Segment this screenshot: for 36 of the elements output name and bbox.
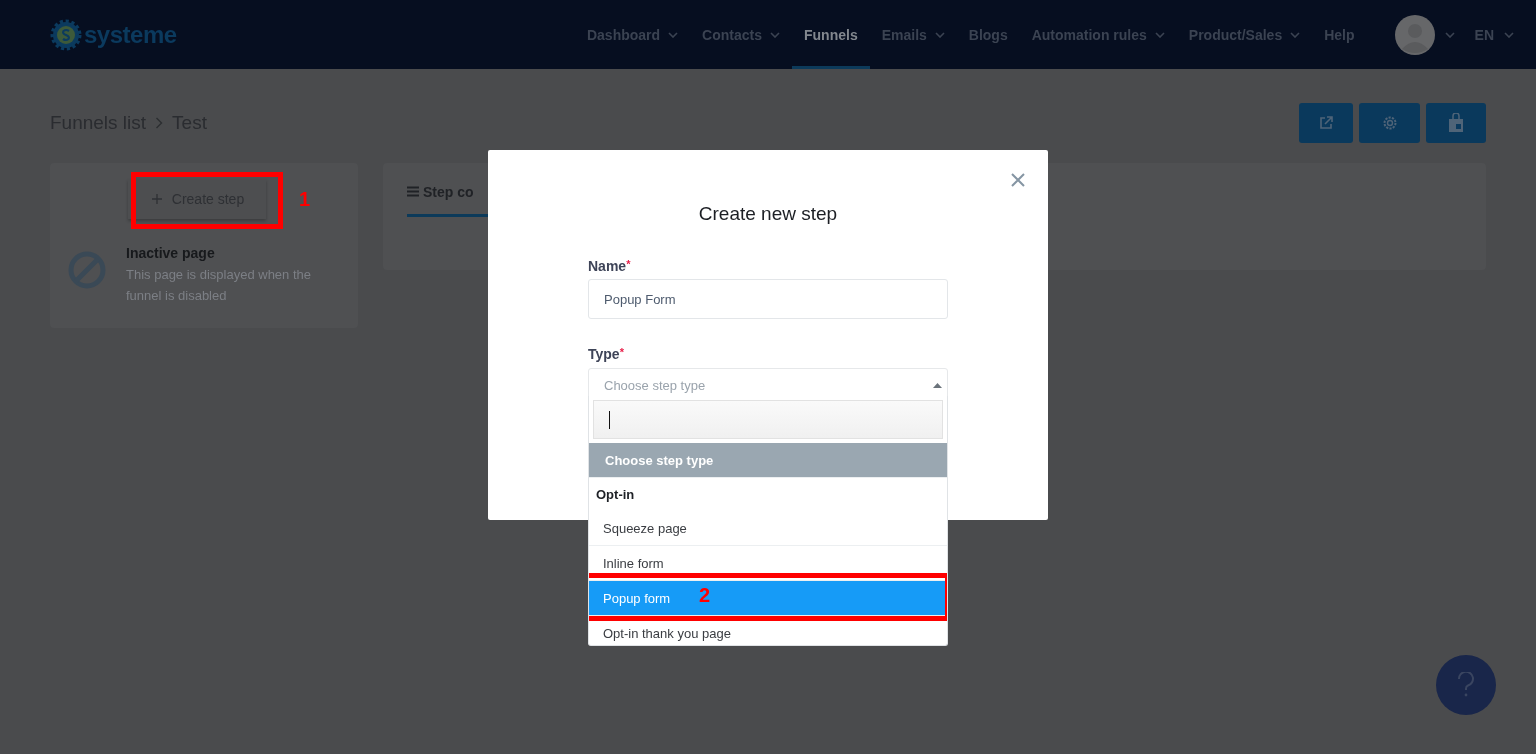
dropdown-option[interactable]: Opt-in thank you page: [589, 616, 947, 645]
settings-button[interactable]: [1359, 102, 1420, 143]
help-button[interactable]: [1436, 655, 1496, 715]
shopping-bag-button[interactable]: [1426, 102, 1486, 143]
caret-icon[interactable]: [668, 31, 679, 38]
close-icon[interactable]: [1011, 173, 1025, 187]
inactive-page-title: Inactive page: [126, 245, 216, 261]
external-link-icon: [1318, 114, 1334, 131]
annotation-number: 2: [699, 584, 711, 607]
dialog-title: Create new step: [697, 203, 839, 225]
settings-icon: [1381, 114, 1398, 131]
logo-text[interactable]: systeme: [84, 20, 177, 49]
chevron-right-icon: [155, 116, 164, 129]
question-mark-icon: [1457, 672, 1475, 698]
shopping-bag-icon: [1448, 112, 1464, 133]
caret-icon[interactable]: [934, 31, 945, 38]
list-icon: [407, 186, 419, 197]
field-label: Type*: [588, 346, 625, 362]
gear-logo-icon: [50, 18, 82, 51]
avatar-icon[interactable]: [1394, 14, 1435, 55]
dropdown-option[interactable]: Choose step type: [589, 443, 947, 478]
plus-icon: [151, 194, 162, 204]
name-input[interactable]: Popup Form: [588, 279, 948, 319]
field-label: Name*: [588, 258, 632, 274]
caret-icon[interactable]: [1444, 31, 1455, 38]
dropdown-option[interactable]: Squeeze page: [589, 511, 947, 546]
option-group-label: Opt-in: [595, 486, 636, 504]
nav-link[interactable]: Funnels: [792, 0, 870, 69]
annotation-number: 1: [299, 188, 311, 211]
search-field[interactable]: [593, 400, 943, 439]
open-link-button[interactable]: [1299, 102, 1353, 143]
caret-icon[interactable]: [1504, 31, 1514, 38]
caret-icon: [933, 383, 942, 388]
caret-icon[interactable]: [770, 31, 780, 38]
caret-icon[interactable]: [1290, 31, 1301, 38]
caret-icon[interactable]: [1154, 31, 1165, 38]
